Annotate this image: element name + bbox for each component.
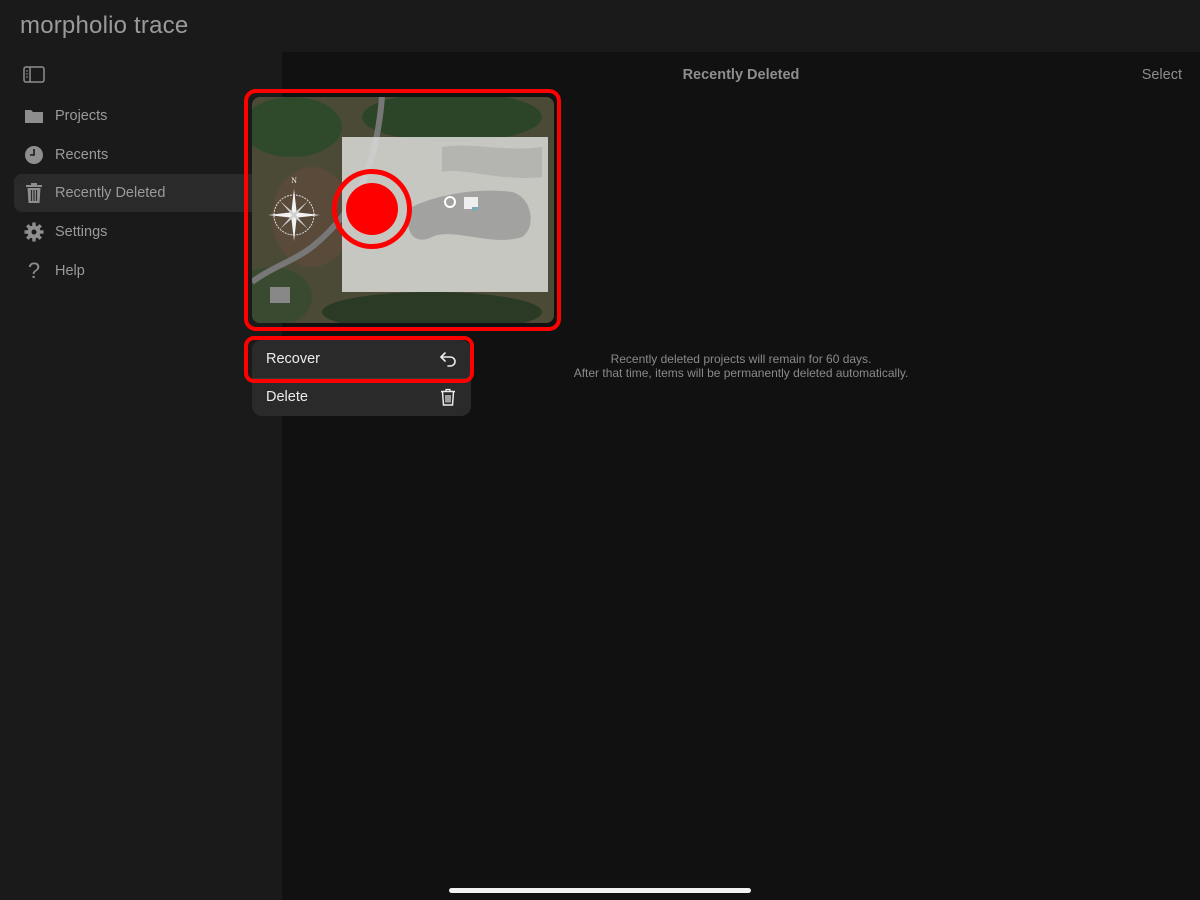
delete-label: Delete xyxy=(266,389,308,405)
sidebar-item-help[interactable]: ? Help xyxy=(14,252,264,290)
trash-icon xyxy=(24,183,44,203)
sidebar-item-label: Projects xyxy=(55,108,108,124)
sidebar-item-recents[interactable]: Recents xyxy=(14,136,264,174)
sidebar-item-recently-deleted[interactable]: Recently Deleted xyxy=(14,174,264,212)
question-icon: ? xyxy=(27,258,41,283)
thumbnail-highlight xyxy=(244,89,561,331)
app-title: morpholio trace xyxy=(20,12,189,39)
top-bar: morpholio trace xyxy=(0,0,1200,52)
sidebar-toggle-icon[interactable] xyxy=(23,66,45,83)
delete-button[interactable]: Delete xyxy=(252,378,471,416)
sidebar-item-label: Recently Deleted xyxy=(55,185,166,201)
home-indicator[interactable] xyxy=(449,888,751,893)
recover-highlight xyxy=(244,336,474,383)
sidebar-item-label: Recents xyxy=(55,147,109,163)
gear-icon xyxy=(24,222,44,242)
trash-icon xyxy=(439,388,457,406)
folder-icon xyxy=(24,106,44,126)
sidebar-item-settings[interactable]: Settings xyxy=(14,213,264,251)
select-button[interactable]: Select xyxy=(1142,67,1182,83)
sidebar-item-projects[interactable]: Projects xyxy=(14,97,264,135)
clock-icon xyxy=(24,145,44,165)
page-title: Recently Deleted xyxy=(682,67,800,83)
sidebar-item-label: Help xyxy=(55,263,85,279)
sidebar-item-label: Settings xyxy=(55,224,108,240)
